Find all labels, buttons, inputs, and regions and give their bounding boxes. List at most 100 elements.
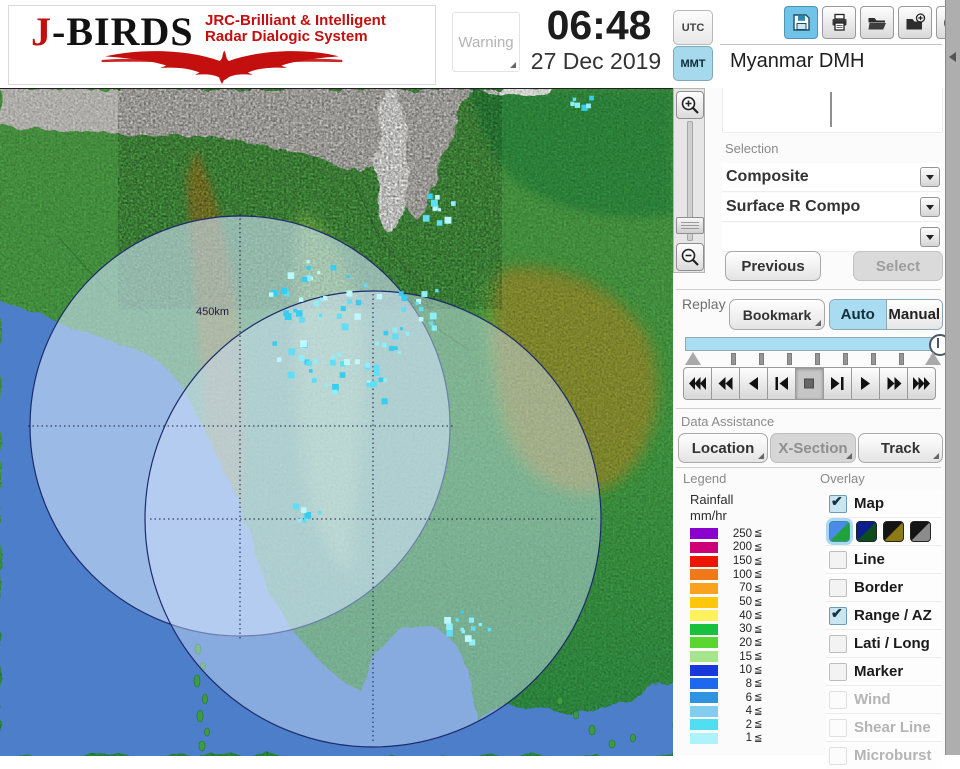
radar-echo xyxy=(378,377,384,383)
warning-button[interactable]: Warning xyxy=(452,12,520,72)
zoom-out-button[interactable] xyxy=(676,243,704,271)
zoom-in-button[interactable] xyxy=(676,91,704,119)
overlay-row-marker[interactable]: Marker xyxy=(826,657,942,685)
manual-button[interactable]: Manual xyxy=(886,300,942,329)
radar-map[interactable]: 450km xyxy=(0,88,673,756)
text-input-area[interactable] xyxy=(722,86,943,133)
dropdown-composite[interactable]: Composite xyxy=(722,163,941,192)
radar-echo xyxy=(365,362,371,368)
track-button[interactable]: Track xyxy=(858,433,943,463)
line-checkbox[interactable] xyxy=(829,550,847,569)
radar-echo xyxy=(373,370,380,376)
radar-echo xyxy=(392,333,399,340)
folder-add-button[interactable] xyxy=(898,6,932,39)
range-az-checkbox[interactable] xyxy=(829,605,847,625)
lati-long-checkbox[interactable] xyxy=(829,634,847,653)
less-equal-symbol: ≦ xyxy=(754,664,763,676)
legend-value: 15 xyxy=(739,650,752,663)
warning-button-label: Warning xyxy=(458,33,514,51)
bookmark-button[interactable]: Bookmark xyxy=(729,299,825,330)
logo-subtitle-line1: JRC-Brilliant & Intelligent xyxy=(205,12,386,29)
map-style-swatch-2[interactable] xyxy=(856,521,877,542)
x-section-button[interactable]: X-Section xyxy=(770,433,856,463)
radar-echo xyxy=(398,351,402,354)
mmt-button[interactable]: MMT xyxy=(673,46,713,81)
dropdown-product[interactable]: Surface R Compo xyxy=(722,193,941,222)
panel-collapse-grip[interactable] xyxy=(945,0,960,755)
step-forward-icon xyxy=(831,377,844,390)
radar-echo xyxy=(341,323,349,331)
overlay-row-microburst[interactable]: Microburst xyxy=(826,741,942,769)
dropdown-empty[interactable] xyxy=(722,223,941,252)
radar-echo xyxy=(430,199,438,207)
play-forward-button[interactable] xyxy=(851,367,880,400)
overlay-row-line[interactable]: Line xyxy=(826,545,942,573)
slider-tick xyxy=(843,353,848,365)
zoom-slider-thumb[interactable] xyxy=(676,217,704,234)
auto-button[interactable]: Auto xyxy=(830,300,887,329)
chevron-down-icon[interactable] xyxy=(920,227,940,247)
step-back-button[interactable] xyxy=(767,367,796,400)
legend-color-swatch xyxy=(690,637,718,649)
overlay-row-border[interactable]: Border xyxy=(826,573,942,601)
radar-echo xyxy=(370,380,377,388)
stop-icon xyxy=(804,378,814,389)
map-checkbox[interactable] xyxy=(829,493,847,513)
previous-button[interactable]: Previous xyxy=(725,251,821,281)
magnifier-plus-icon xyxy=(681,96,699,114)
print-button[interactable] xyxy=(822,6,856,39)
radar-echo xyxy=(572,97,577,101)
overlay-row-range-az[interactable]: Range / AZ xyxy=(826,601,942,629)
menu-corner-icon xyxy=(933,453,939,459)
overlay-row-map[interactable]: Map xyxy=(826,490,942,517)
header-bar: J-BIRDS JRC-Brilliant & Intelligent Rada… xyxy=(0,0,960,88)
border-checkbox[interactable] xyxy=(829,578,847,597)
chevron-down-icon[interactable] xyxy=(920,197,940,217)
map-style-swatch-1[interactable] xyxy=(829,521,850,542)
legend-section-label: Legend xyxy=(683,471,727,486)
collapse-arrow-icon xyxy=(949,52,956,62)
radar-echo xyxy=(304,512,312,519)
forward-2-button[interactable] xyxy=(879,367,908,400)
stop-button[interactable] xyxy=(795,367,824,400)
legend-color-swatch xyxy=(690,541,718,553)
marker-checkbox[interactable] xyxy=(829,662,847,681)
radar-echo xyxy=(422,215,430,222)
radar-echo xyxy=(302,519,307,523)
radar-echo xyxy=(421,291,428,298)
radar-echo xyxy=(272,341,277,346)
logo-subtitle-line2: Radar Dialogic System xyxy=(205,28,368,45)
forward-3-button[interactable] xyxy=(907,367,936,400)
radar-echo xyxy=(478,623,482,627)
radar-echo xyxy=(455,618,459,622)
slider-start-marker[interactable] xyxy=(685,352,701,365)
utc-button[interactable]: UTC xyxy=(673,10,713,45)
legend-color-swatch xyxy=(690,528,718,540)
play-back-button[interactable] xyxy=(739,367,768,400)
step-forward-button[interactable] xyxy=(823,367,852,400)
map-style-swatch-3[interactable] xyxy=(883,521,904,542)
overlay-row-shear-line[interactable]: Shear Line xyxy=(826,713,942,741)
less-equal-symbol: ≦ xyxy=(754,582,763,594)
radar-echo xyxy=(401,295,408,302)
location-button[interactable]: Location xyxy=(678,433,768,463)
radar-echo xyxy=(340,306,346,312)
dropdown-product-value: Surface R Compo xyxy=(726,198,861,215)
chevron-down-icon[interactable] xyxy=(920,167,940,187)
slider-end-marker[interactable] xyxy=(925,352,941,365)
radar-echo xyxy=(332,384,339,391)
map-style-swatch-4[interactable] xyxy=(910,521,931,542)
jbirds-logo: J-BIRDS JRC-Brilliant & Intelligent Rada… xyxy=(8,5,436,85)
folder-open-button[interactable] xyxy=(860,6,894,39)
rewind-3-button[interactable] xyxy=(683,367,712,400)
replay-time-slider[interactable] xyxy=(685,334,951,356)
overlay-row-lati-long[interactable]: Lati / Long xyxy=(826,629,942,657)
radar-echo xyxy=(329,359,336,366)
save-button[interactable] xyxy=(784,6,818,39)
legend-value: 150 xyxy=(732,555,752,568)
radar-echo xyxy=(317,271,321,275)
radar-echo xyxy=(586,103,591,109)
rewind-2-button[interactable] xyxy=(711,367,740,400)
overlay-row-wind[interactable]: Wind xyxy=(826,685,942,713)
select-button[interactable]: Select xyxy=(853,251,943,281)
